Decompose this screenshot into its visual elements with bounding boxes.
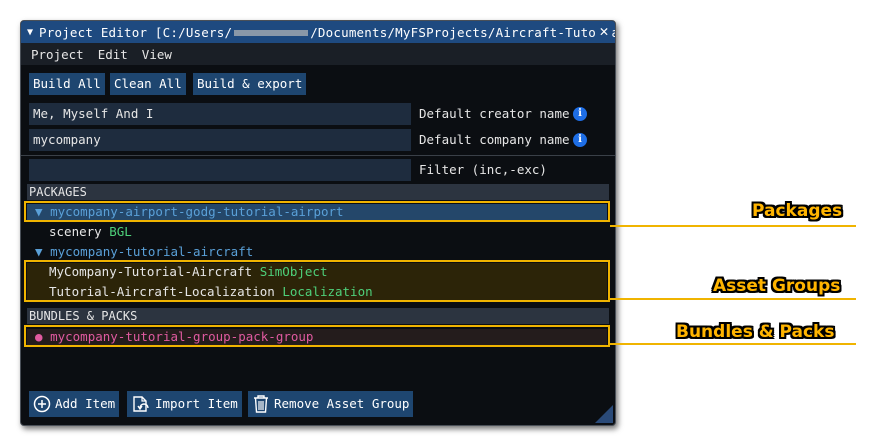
collapse-triangle-icon[interactable]: ▼	[27, 27, 33, 38]
separator	[21, 155, 615, 156]
trash-icon	[254, 395, 268, 413]
project-editor-window: ▼ Project Editor [C:/Users/ /Documents/My…	[20, 20, 616, 426]
asset-groups-highlight-frame	[24, 260, 610, 302]
title-path-end: /Documents/MyFSProjects/Aircraft-Tutoria…	[310, 24, 615, 40]
bundles-callout: Bundles & Packs	[676, 322, 835, 342]
remove-asset-group-button[interactable]: Remove Asset Group	[248, 391, 414, 417]
filter-label: Filter (inc,-exc)	[419, 162, 547, 177]
window-title: Project Editor [C:/Users/ /Documents/MyFS…	[39, 25, 615, 40]
asset-name: scenery	[49, 224, 102, 239]
creator-name-label: Default creator name	[419, 106, 570, 121]
asset-groups-leader-line	[610, 298, 856, 300]
title-bar[interactable]: ▼ Project Editor [C:/Users/ /Documents/My…	[21, 21, 615, 43]
menu-view[interactable]: View	[142, 47, 172, 62]
remove-asset-group-label: Remove Asset Group	[274, 396, 410, 411]
title-path-start: Project Editor [C:/Users/	[39, 24, 233, 40]
menu-bar: Project Edit View	[21, 43, 615, 65]
resize-grip-icon[interactable]	[595, 405, 613, 423]
company-name-label: Default company name	[419, 132, 570, 147]
company-info-icon[interactable]: i	[573, 133, 587, 147]
asset-groups-callout: Asset Groups	[713, 276, 841, 296]
asset-item[interactable]: scenery BGL	[49, 223, 132, 241]
menu-project[interactable]: Project	[31, 47, 84, 62]
close-icon[interactable]: ✕	[597, 23, 611, 39]
bundles-leader-line	[610, 343, 856, 345]
bundles-header: BUNDLES & PACKS	[27, 308, 609, 324]
creator-name-input[interactable]: Me, Myself And I	[29, 103, 411, 125]
packages-highlight-frame	[24, 201, 610, 222]
package-item[interactable]: ▼ mycompany-tutorial-aircraft	[35, 243, 253, 261]
plus-circle-icon	[33, 395, 51, 413]
import-item-button[interactable]: Import Item	[127, 391, 242, 417]
packages-leader-line	[610, 225, 856, 227]
import-icon	[133, 396, 149, 412]
build-export-button[interactable]: Build & export	[193, 73, 307, 95]
filter-input[interactable]	[29, 159, 411, 181]
creator-info-icon[interactable]: i	[573, 107, 587, 121]
bundles-highlight-frame	[24, 325, 610, 347]
add-item-button[interactable]: Add Item	[29, 391, 120, 417]
add-item-label: Add Item	[55, 396, 116, 411]
build-all-button[interactable]: Build All	[29, 73, 105, 95]
packages-header: PACKAGES	[27, 184, 609, 200]
packages-callout: Packages	[752, 201, 843, 221]
asset-type: BGL	[109, 224, 132, 239]
redacted-username	[234, 30, 309, 36]
clean-all-button[interactable]: Clean All	[110, 73, 186, 95]
company-name-input[interactable]: mycompany	[29, 129, 411, 151]
import-item-label: Import Item	[155, 396, 238, 411]
menu-edit[interactable]: Edit	[98, 47, 128, 62]
package-name: mycompany-tutorial-aircraft	[50, 244, 254, 259]
